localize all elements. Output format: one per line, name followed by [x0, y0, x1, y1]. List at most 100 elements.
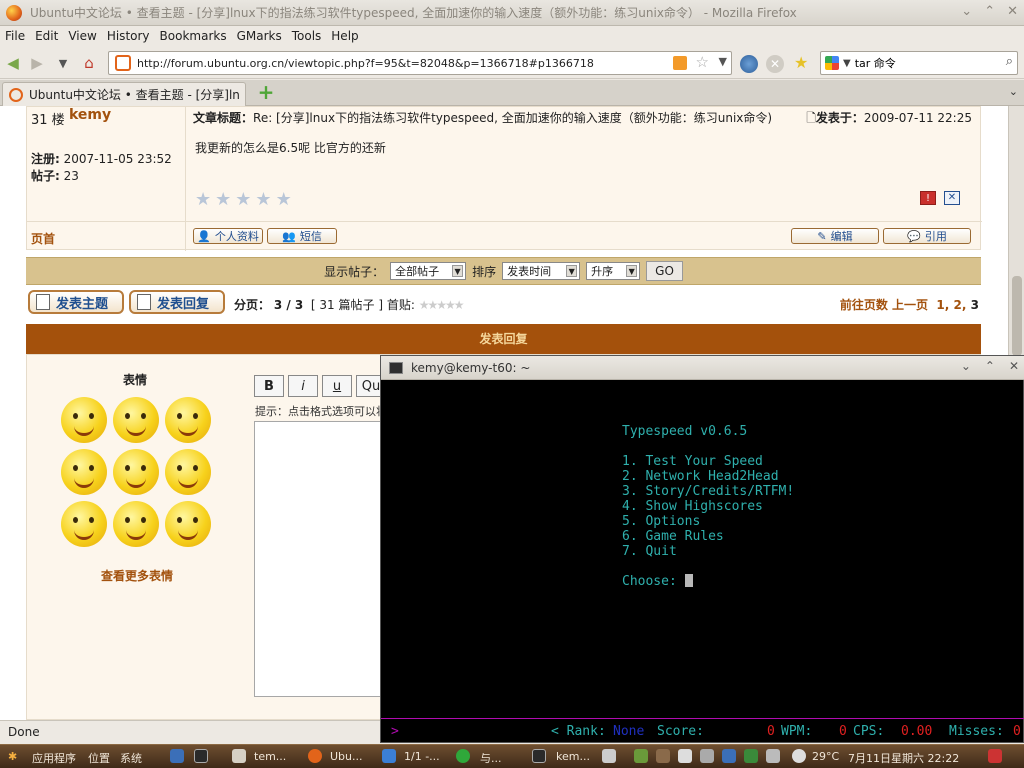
scrollbar-thumb[interactable] [1012, 276, 1022, 356]
shutdown-icon[interactable] [988, 749, 1002, 763]
bold-button[interactable]: B [254, 375, 284, 397]
site-identity-icon[interactable] [115, 55, 131, 71]
places-menu[interactable]: 位置 [88, 750, 110, 766]
laugh-emoticon-icon[interactable] [61, 449, 107, 495]
back-arrow-icon[interactable]: ◀ [2, 53, 24, 73]
rating-star-icon[interactable]: ★ [195, 189, 211, 210]
bookmark-icon[interactable]: ★ [794, 53, 808, 72]
forward-arrow-icon[interactable]: ▶ [26, 53, 48, 73]
url-input[interactable] [137, 56, 657, 70]
grin-emoticon-icon[interactable] [61, 501, 107, 547]
menu-file[interactable]: File [0, 29, 30, 43]
task-pages[interactable]: 1/1 -... [404, 750, 440, 763]
lol-emoticon-icon[interactable] [113, 501, 159, 547]
task-firefox[interactable]: Ubu... [330, 750, 363, 763]
order-select[interactable]: 升序 ▼ [586, 262, 641, 280]
ubuntu-logo-icon[interactable]: ✱ [8, 750, 17, 763]
report-icon[interactable]: ! [920, 191, 936, 205]
profile-button[interactable]: 👤 个人资料 [193, 228, 263, 244]
terminal-output[interactable]: Typespeed v0.6.5 1. Test Your Speed 2. N… [381, 380, 1024, 720]
bluetooth-icon[interactable] [170, 749, 184, 763]
menu-history[interactable]: History [102, 29, 155, 43]
task-terminal[interactable]: tem... [254, 750, 286, 763]
prev-page-link[interactable]: 上一页 [892, 298, 928, 312]
stop-icon[interactable]: ✕ [766, 55, 784, 73]
history-dropdown-icon[interactable]: ▼ [52, 53, 74, 73]
delete-icon[interactable]: ✕ [944, 191, 960, 205]
reply-textarea[interactable] [254, 421, 394, 697]
bookmark-star-icon[interactable]: ☆ [696, 53, 709, 71]
tray-icon[interactable] [656, 749, 670, 763]
back-to-top-link[interactable]: 页首 [31, 230, 55, 247]
task-im[interactable]: 与... [480, 750, 502, 766]
new-tab-icon[interactable]: + [256, 82, 276, 103]
menu-gmarks[interactable]: GMarks [232, 29, 287, 43]
rating-star-icon[interactable]: ★ [235, 189, 251, 210]
sweat-emoticon-icon[interactable] [165, 449, 211, 495]
post-reply-button[interactable]: 发表回复 [129, 290, 225, 314]
dizzy-emoticon-icon[interactable] [165, 501, 211, 547]
google-engine-icon[interactable] [825, 56, 839, 70]
volume-icon[interactable] [766, 749, 780, 763]
smile-emoticon-icon[interactable] [61, 397, 107, 443]
engine-dropdown-icon[interactable]: ▼ [843, 58, 851, 69]
post-author[interactable]: kemy [69, 107, 111, 123]
page-link-2[interactable]: 2 [954, 298, 962, 312]
battery-icon[interactable] [744, 749, 758, 763]
blush-emoticon-icon[interactable] [165, 397, 211, 443]
weather-icon[interactable] [792, 749, 806, 763]
page-link-1[interactable]: 1 [936, 298, 944, 312]
sort-select[interactable]: 发表时间 ▼ [502, 262, 581, 280]
tab-list-icon[interactable]: ⌄ [1009, 85, 1018, 98]
new-topic-button[interactable]: 发表主题 [28, 290, 124, 314]
applications-menu[interactable]: 应用程序 [32, 750, 76, 766]
rating-star-icon[interactable]: ★ [276, 189, 292, 210]
tray-icon[interactable] [634, 749, 648, 763]
menu-help[interactable]: Help [326, 29, 363, 43]
goto-page-link[interactable]: 前往页数 [840, 298, 888, 312]
quote-button[interactable]: 💬 引用 [883, 228, 971, 244]
display-select[interactable]: 全部帖子 ▼ [390, 262, 467, 280]
bluetooth-icon[interactable] [722, 749, 736, 763]
rating-star-icon[interactable]: ★ [215, 189, 231, 210]
terminal-launcher-icon[interactable] [194, 749, 208, 763]
author-info: 注册: 2007-11-05 23:52 帖子: 23 [31, 151, 172, 185]
task-kemy[interactable]: kem... [556, 750, 590, 763]
rss-feed-icon[interactable] [673, 56, 687, 70]
pm-button[interactable]: 👥 短信 [267, 228, 337, 244]
rating-star-icon[interactable]: ★ [255, 189, 271, 210]
status-prompt: > [391, 724, 399, 739]
terminal-window[interactable]: kemy@kemy-t60: ~ ⌄ ⌃ ✕ Typespeed v0.6.5 … [380, 355, 1024, 743]
menu-view[interactable]: View [63, 29, 101, 43]
minimize-icon[interactable]: ⌄ [961, 4, 972, 19]
search-input[interactable] [854, 56, 995, 70]
menu-tools[interactable]: Tools [287, 29, 327, 43]
maximize-icon[interactable]: ⌃ [984, 4, 995, 19]
menu-bookmarks[interactable]: Bookmarks [155, 29, 232, 43]
edit-button[interactable]: ✎ 编辑 [791, 228, 879, 244]
tray-icon[interactable] [602, 749, 616, 763]
minimize-icon[interactable]: ⌄ [961, 359, 971, 373]
system-menu[interactable]: 系统 [120, 750, 142, 766]
underline-button[interactable]: u [322, 375, 352, 397]
go-button[interactable]: GO [646, 261, 683, 281]
home-icon[interactable]: ⌂ [78, 53, 100, 73]
weather-temp[interactable]: 29°C [812, 750, 839, 763]
search-icon[interactable]: ⌕ [1006, 54, 1013, 69]
more-emoticons-link[interactable]: 查看更多表情 [101, 567, 173, 584]
shout-emoticon-icon[interactable] [113, 449, 159, 495]
reload-icon[interactable] [740, 55, 758, 73]
close-icon[interactable]: ✕ [1009, 359, 1019, 373]
menu-edit[interactable]: Edit [30, 29, 63, 43]
typespeed-status-line: > < Rank: None Score: 0 WPM: 0 CPS: 0.00… [381, 718, 1024, 742]
maximize-icon[interactable]: ⌃ [985, 359, 995, 373]
clock[interactable]: 7月11日星期六 22:22 [848, 750, 959, 766]
close-icon[interactable]: ✕ [1007, 4, 1018, 19]
url-dropdown-icon[interactable]: ▼ [719, 55, 727, 68]
tongue-emoticon-icon[interactable] [113, 397, 159, 443]
italic-button[interactable]: i [288, 375, 318, 397]
mail-icon[interactable] [678, 749, 692, 763]
terminal-titlebar[interactable]: kemy@kemy-t60: ~ ⌄ ⌃ ✕ [381, 356, 1024, 380]
tray-icon[interactable] [700, 749, 714, 763]
tab-forum[interactable]: Ubuntu中文论坛 • 查看主题 - [分享]lnux... [2, 82, 246, 106]
